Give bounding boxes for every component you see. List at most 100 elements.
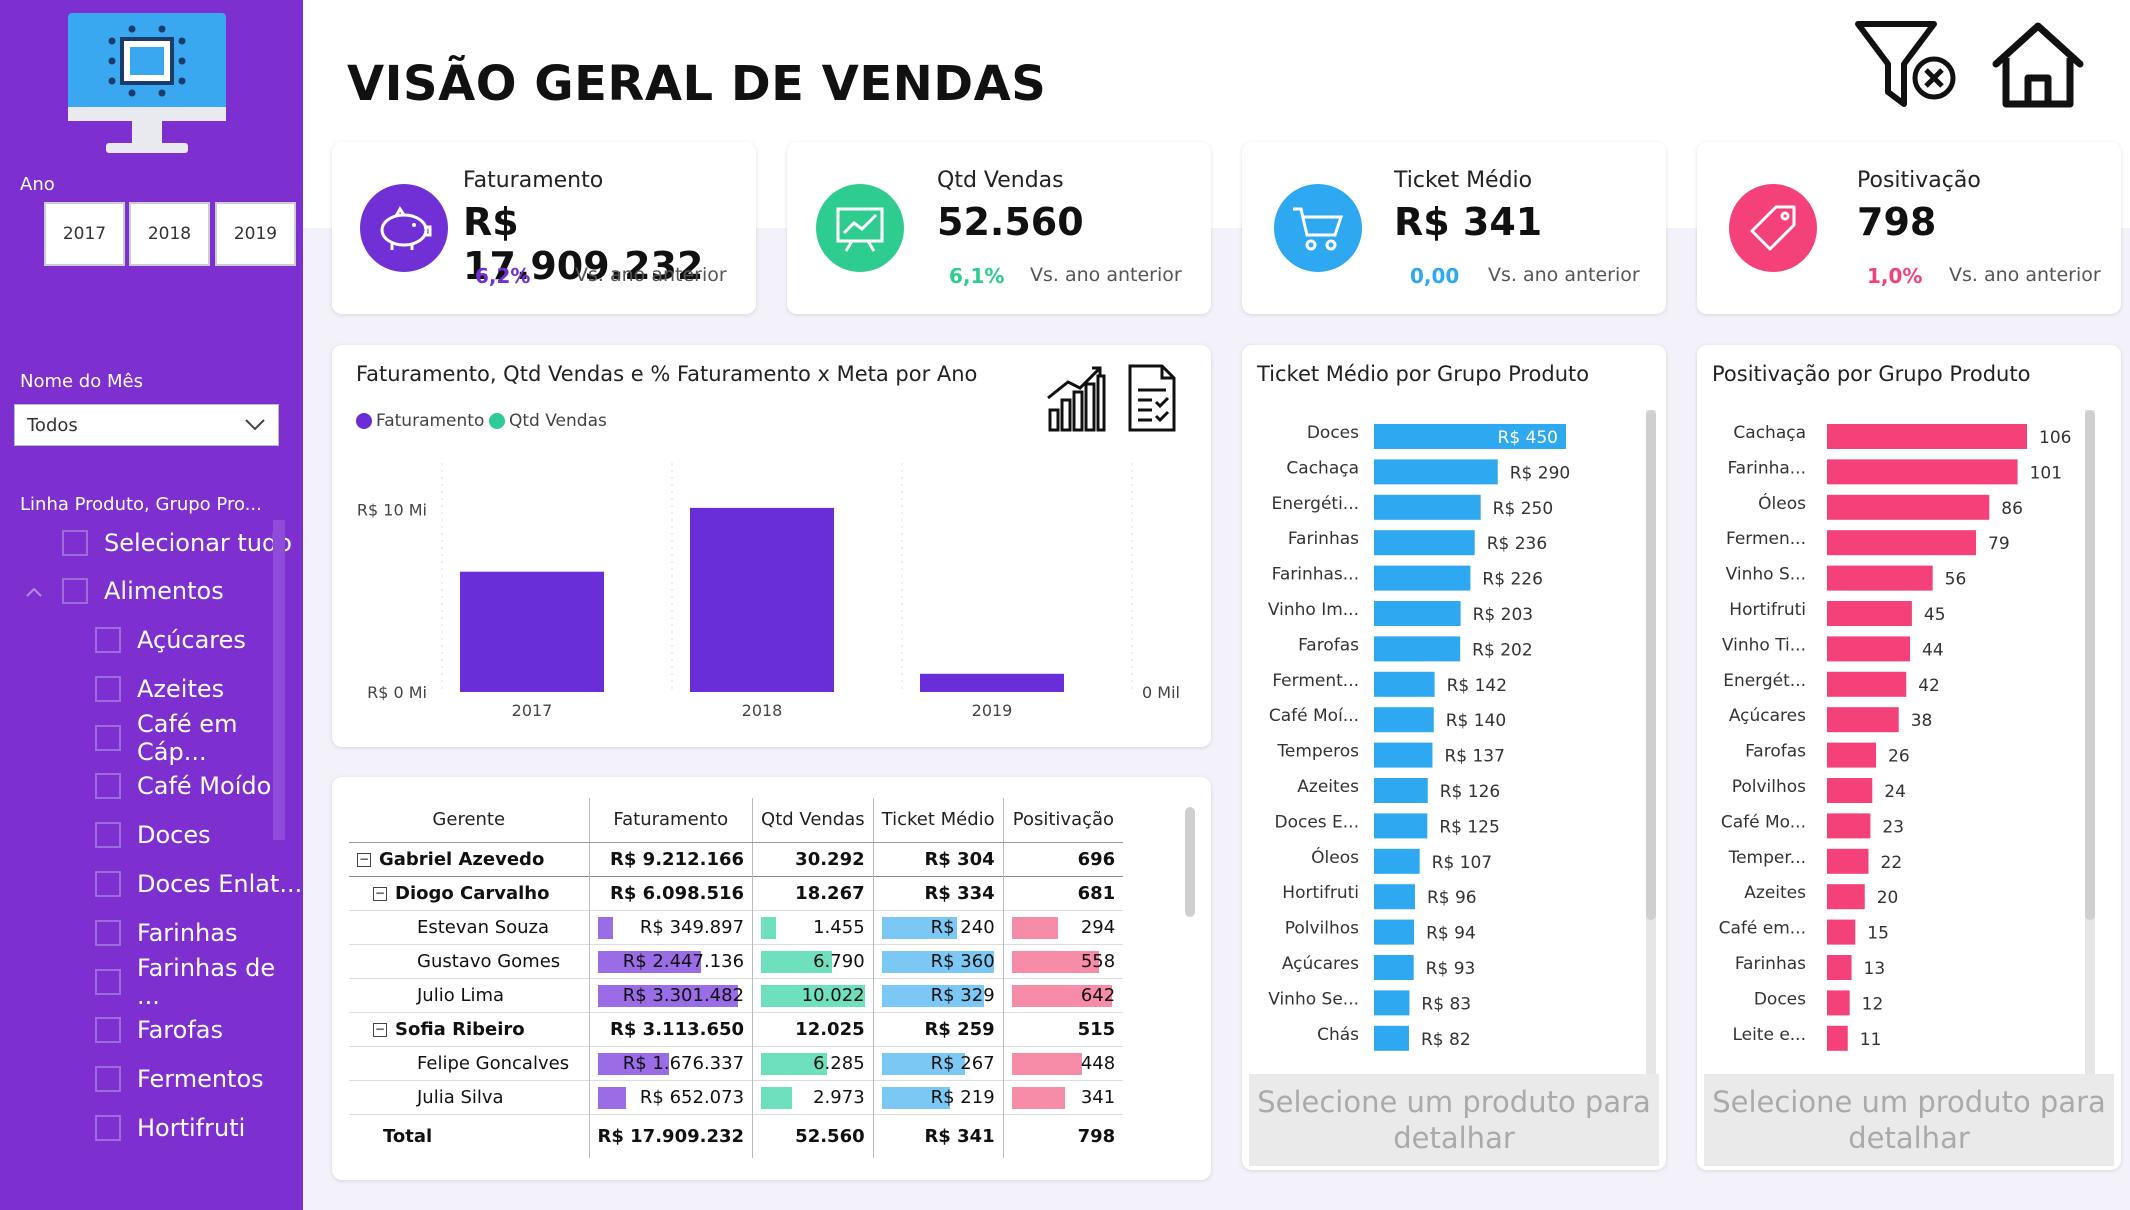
slicer-item[interactable]: Açúcares <box>95 622 246 658</box>
table-row[interactable]: Gustavo Gomes R$ 2.447.136 6.790 R$ 360 558 <box>349 944 1124 978</box>
bar[interactable] <box>1827 848 1869 874</box>
bar[interactable] <box>1374 919 1415 945</box>
home-icon[interactable] <box>1990 20 2086 110</box>
cell-gerente[interactable]: Estevan Souza <box>349 910 589 944</box>
bar[interactable] <box>1827 424 2027 449</box>
combo-chart-plot[interactable]: R$ 10 MiR$ 0 Mi40 Mil20 Mil0 Mil20172018… <box>332 345 1211 747</box>
slicer-item[interactable]: Fermentos <box>95 1061 264 1097</box>
column-header-ticket-medio[interactable]: Ticket Médio <box>872 798 1004 843</box>
cell-gerente[interactable]: Gustavo Gomes <box>349 944 589 978</box>
collapse-icon[interactable] <box>24 582 44 602</box>
bar[interactable] <box>1374 778 1428 803</box>
cell-qtd[interactable]: 6.285 <box>752 1046 874 1080</box>
column-header-faturamento[interactable]: Faturamento <box>588 798 753 843</box>
cell-qtd[interactable]: 18.267 <box>752 876 874 910</box>
month-dropdown[interactable]: Todos <box>14 404 279 446</box>
checkbox[interactable] <box>95 968 121 995</box>
checkbox[interactable] <box>95 1115 121 1141</box>
table-scrollbar-thumb[interactable] <box>1185 807 1195 917</box>
cell-fat[interactable]: R$ 2.447.136 <box>588 944 753 978</box>
cell-ticket[interactable]: R$ 304 <box>872 842 1004 876</box>
cell-gerente[interactable]: Julia Silva <box>349 1080 589 1114</box>
bar-faturamento[interactable] <box>690 507 834 692</box>
bar[interactable] <box>1374 742 1433 768</box>
bar[interactable] <box>1827 671 1907 697</box>
checkbox[interactable] <box>62 578 88 604</box>
bar[interactable] <box>1827 919 1856 945</box>
bar[interactable] <box>1827 601 1912 626</box>
bar[interactable] <box>1827 636 1911 662</box>
filter-clear-icon[interactable] <box>1852 20 1958 110</box>
bar[interactable] <box>1374 955 1414 980</box>
bar[interactable] <box>1827 707 1899 733</box>
bar[interactable] <box>1827 742 1877 768</box>
cell-pos[interactable]: 294 <box>1002 910 1124 944</box>
cell-fat[interactable]: R$ 1.676.337 <box>588 1046 753 1080</box>
cell-ticket[interactable]: R$ 267 <box>872 1046 1004 1080</box>
bar[interactable] <box>1827 955 1852 980</box>
checkbox[interactable] <box>95 773 121 800</box>
slicer-item[interactable]: Azeites <box>95 671 224 707</box>
chart-scrollbar-thumb[interactable] <box>2085 410 2095 920</box>
slicer-item[interactable]: Café em Cáp... <box>95 710 303 766</box>
slicer-group-alimentos[interactable]: Alimentos <box>62 573 224 609</box>
cell-fat[interactable]: R$ 349.897 <box>588 910 753 944</box>
checkbox[interactable] <box>95 675 121 702</box>
cell-pos[interactable]: 448 <box>1002 1046 1124 1080</box>
chart-scrollbar-thumb[interactable] <box>1646 410 1656 920</box>
bar-faturamento[interactable] <box>460 571 604 692</box>
cell-qtd[interactable]: 12.025 <box>752 1012 874 1046</box>
cell-gerente[interactable]: − Gabriel Azevedo <box>349 842 589 876</box>
checkbox[interactable] <box>95 871 121 897</box>
bar[interactable] <box>1374 990 1410 1016</box>
cell-fat[interactable]: R$ 6.098.516 <box>588 876 753 910</box>
cell-qtd[interactable]: 2.973 <box>752 1080 874 1114</box>
table-row[interactable]: Julio Lima R$ 3.301.482 10.022 R$ 329 642 <box>349 978 1124 1012</box>
table-row[interactable]: Julia Silva R$ 652.073 2.973 R$ 219 341 <box>349 1080 1124 1114</box>
bar[interactable] <box>1374 813 1428 839</box>
bar[interactable] <box>1374 671 1435 697</box>
slicer-item[interactable]: Farinhas <box>95 915 237 951</box>
bar[interactable] <box>1827 778 1873 803</box>
bar[interactable] <box>1374 494 1481 520</box>
slicer-item[interactable]: Doces Enlat... <box>95 866 302 902</box>
column-header-gerente[interactable]: Gerente <box>349 798 589 843</box>
column-header-qtd-vendas[interactable]: Qtd Vendas <box>752 798 874 843</box>
cell-ticket[interactable]: R$ 219 <box>872 1080 1004 1114</box>
slicer-scrollbar[interactable] <box>273 520 285 840</box>
checkbox[interactable] <box>95 919 121 946</box>
checkbox[interactable] <box>95 724 121 751</box>
collapse-icon[interactable]: − <box>373 886 387 901</box>
bar[interactable] <box>1374 530 1475 556</box>
cell-pos[interactable]: 558 <box>1002 944 1124 978</box>
cell-qtd[interactable]: 10.022 <box>752 978 874 1012</box>
slicer-item[interactable]: Hortifruti <box>95 1110 245 1146</box>
bar[interactable] <box>1827 813 1871 839</box>
bar[interactable] <box>1374 459 1498 485</box>
table-row[interactable]: − Gabriel Azevedo R$ 9.212.166 30.292 R$ 304… <box>349 842 1124 876</box>
cell-pos[interactable]: 341 <box>1002 1080 1124 1114</box>
cell-fat[interactable]: R$ 9.212.166 <box>588 842 753 876</box>
select-all-option[interactable]: Selecionar tudo <box>62 525 292 561</box>
ticket-medio-bar-chart[interactable]: Doces R$ 450 Cachaça R$ 290 Energéti... R$ 25… <box>1242 405 1642 1105</box>
cell-ticket[interactable]: R$ 360 <box>872 944 1004 978</box>
slicer-item[interactable]: Farofas <box>95 1012 223 1048</box>
positivacao-bar-chart[interactable]: Cachaça 106 Farinha... 101 Óleos 86 Fermen... 7… <box>1697 405 2097 1105</box>
slicer-item[interactable]: Farinhas de ... <box>95 954 303 1010</box>
bar[interactable] <box>1827 494 1990 520</box>
year-button-2017[interactable]: 2017 <box>44 202 125 266</box>
cell-gerente[interactable]: − Diogo Carvalho <box>349 876 589 910</box>
bar[interactable] <box>1827 1025 1848 1051</box>
cell-gerente[interactable]: Julio Lima <box>349 978 589 1012</box>
bar[interactable] <box>1827 565 1933 591</box>
collapse-icon[interactable]: − <box>357 852 371 867</box>
cell-fat[interactable]: R$ 3.301.482 <box>588 978 753 1012</box>
column-header-positivacao[interactable]: Positivação <box>1002 798 1124 843</box>
table-row[interactable]: Felipe Goncalves R$ 1.676.337 6.285 R$ 267 4… <box>349 1046 1124 1080</box>
bar[interactable] <box>1374 565 1471 591</box>
bar[interactable] <box>1827 530 1977 556</box>
bar[interactable] <box>1374 601 1461 626</box>
cell-ticket[interactable]: R$ 259 <box>872 1012 1004 1046</box>
year-button-2018[interactable]: 2018 <box>129 202 210 266</box>
cell-pos[interactable]: 696 <box>1002 842 1124 876</box>
